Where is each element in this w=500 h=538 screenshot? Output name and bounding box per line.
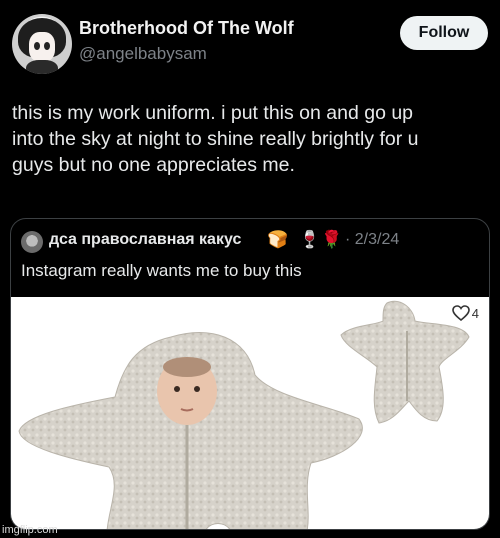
avatar-face <box>29 32 55 62</box>
avatar-eye-left <box>34 42 40 50</box>
tweet-text-line: this is my work uniform. i put this on a… <box>12 102 414 124</box>
wine-glass-emoji: 🍷 <box>299 230 321 249</box>
tweet-header: Brotherhood Of The Wolf @angelbabysam Fo… <box>12 12 488 76</box>
avatar[interactable] <box>12 14 72 74</box>
tweet-text-line: into the sky at night to shine really br… <box>12 128 419 150</box>
quoted-display-name[interactable]: дса православная какус <box>49 231 241 249</box>
user-handle[interactable]: @angelbabysam <box>79 44 207 64</box>
follow-button[interactable]: Follow <box>400 16 488 50</box>
bread-emoji: 🍞 <box>267 230 289 249</box>
rose-emoji: 🌹 <box>321 230 343 249</box>
like-count: 4 <box>471 305 479 321</box>
tweet-text: this is my work uniform. i put this on a… <box>12 100 488 178</box>
star-suit-small <box>340 300 470 424</box>
tweet-text-line: guys but no one appreciates me. <box>12 154 295 176</box>
watermark: imgflip.com <box>2 524 58 536</box>
display-name[interactable]: Brotherhood Of The Wolf <box>79 18 294 39</box>
star-suit-illustration <box>18 300 470 529</box>
avatar-eye-right <box>44 42 50 50</box>
tweet-card: Brotherhood Of The Wolf @angelbabysam Fo… <box>0 0 500 538</box>
heart-icon <box>451 305 470 321</box>
quoted-tweet[interactable]: дса православная какус 🍞 🍷 🌹 · 2/3/24 In… <box>10 218 490 530</box>
like-button[interactable]: 4 <box>451 305 479 321</box>
quoted-image[interactable]: 4 <box>11 297 489 529</box>
quoted-text: Instagram really wants me to buy this <box>21 261 302 280</box>
quoted-tweet-header: дса православная какус 🍞 🍷 🌹 · 2/3/24 <box>21 229 481 253</box>
quoted-date[interactable]: · 2/3/24 <box>345 231 399 249</box>
quoted-avatar[interactable] <box>21 231 43 253</box>
avatar-body <box>26 60 58 74</box>
